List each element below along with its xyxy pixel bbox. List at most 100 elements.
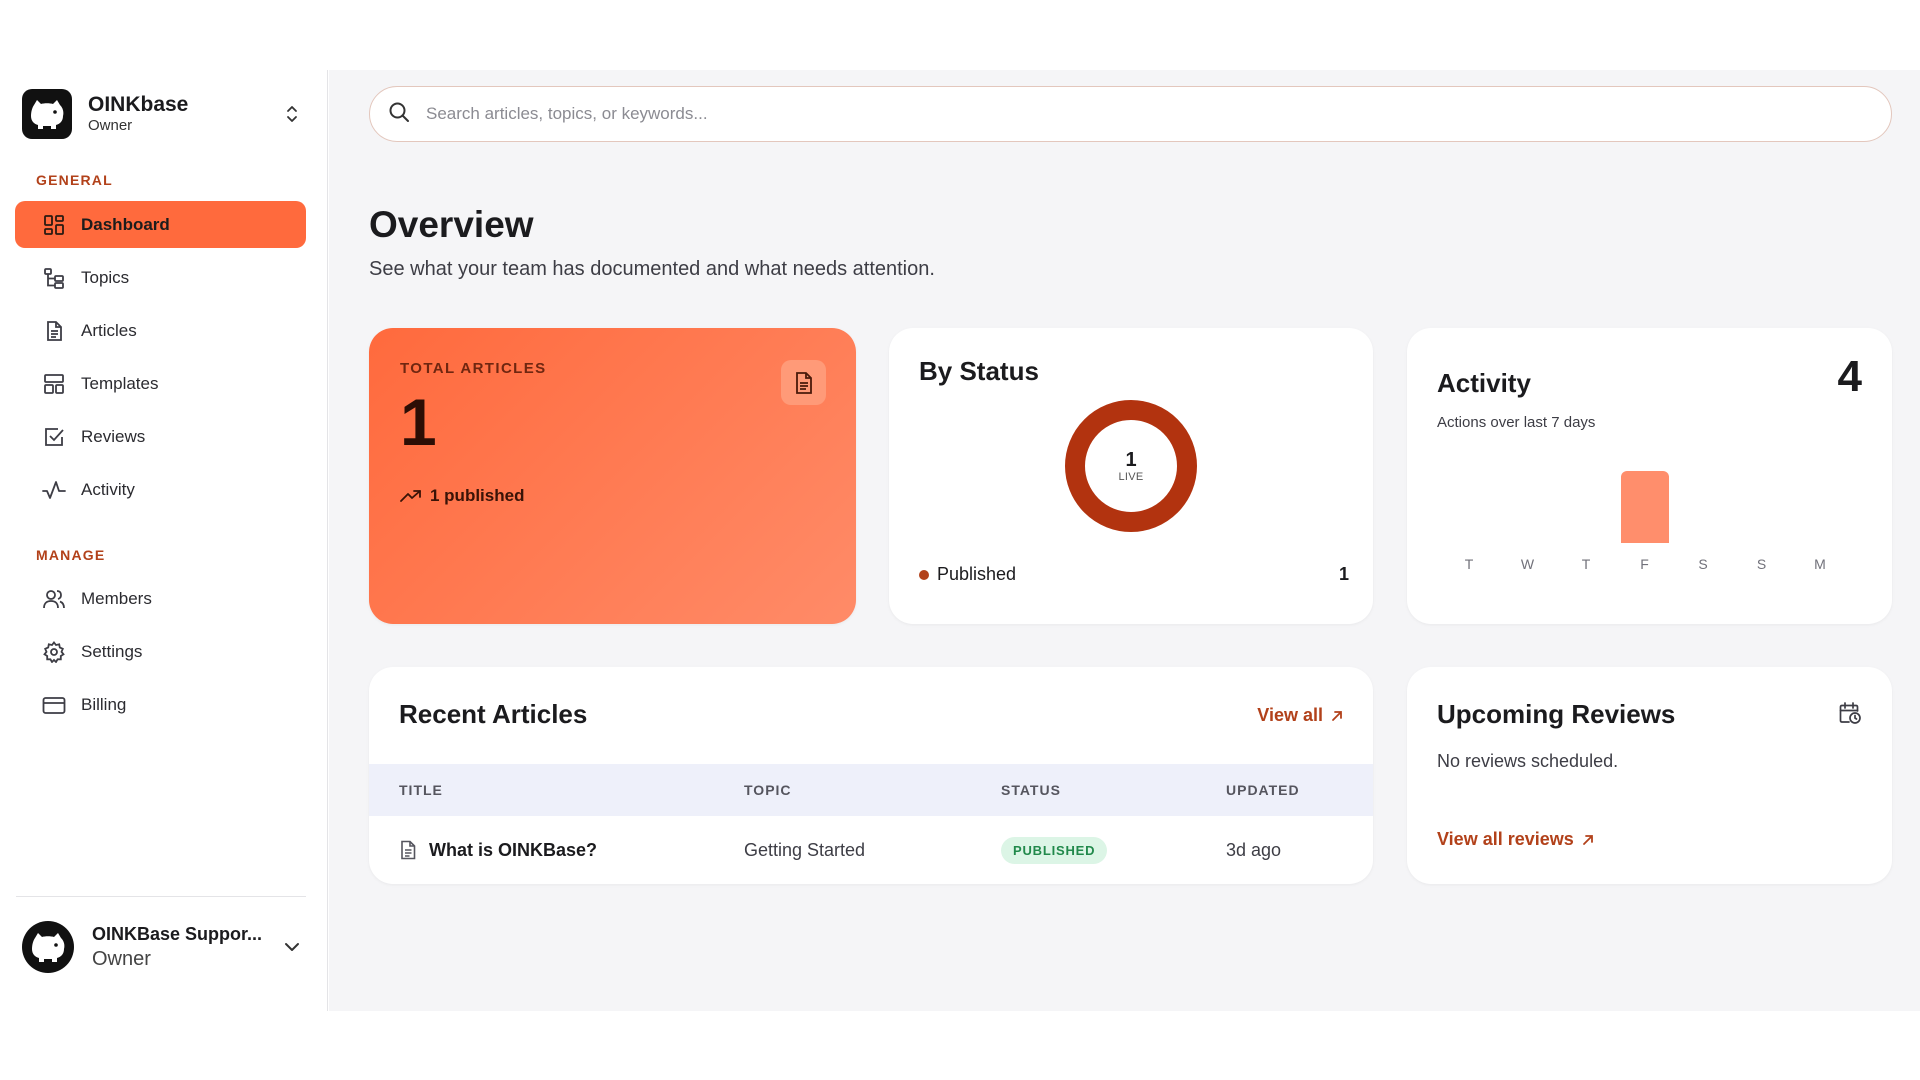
upcoming-reviews-title: Upcoming Reviews — [1437, 699, 1676, 729]
article-updated: 3d ago — [1226, 839, 1282, 860]
workspace-name: OINKbase — [88, 93, 189, 116]
status-legend-published: Published 1 — [919, 564, 1349, 585]
section-label-general: GENERAL — [36, 172, 113, 188]
user-role: Owner — [92, 948, 151, 970]
search-input[interactable] — [426, 104, 1826, 124]
sidebar-item-templates[interactable]: Templates — [15, 360, 306, 407]
published-trend-label: 1 published — [430, 486, 525, 505]
sidebar-item-billing[interactable]: Billing — [15, 681, 306, 728]
sidebar-item-activity[interactable]: Activity — [15, 466, 306, 513]
column-header-title: TITLE — [399, 782, 443, 798]
nav-manage: Members Settings Billing — [15, 575, 306, 734]
activity-day-label: T — [1464, 556, 1474, 572]
users-icon — [41, 586, 67, 612]
by-status-title: By Status — [919, 356, 1039, 386]
sidebar: OINKbase Owner GENERAL Dashboard Topics — [0, 70, 328, 1011]
sidebar-item-label: Reviews — [81, 426, 146, 446]
view-all-reviews-link[interactable]: View all reviews — [1437, 829, 1594, 850]
activity-day-label: M — [1814, 556, 1826, 572]
table-row[interactable]: What is OINKBase? Getting Started PUBLIS… — [369, 816, 1373, 884]
published-trend: 1 published — [400, 486, 524, 506]
status-badge: PUBLISHED — [1001, 836, 1108, 864]
recent-articles-title: Recent Articles — [399, 699, 588, 729]
sidebar-item-topics[interactable]: Topics — [15, 254, 306, 301]
donut-center-value: 1 — [1125, 449, 1137, 471]
column-header-topic: TOPIC — [744, 782, 792, 798]
app-window: OINKbase Owner GENERAL Dashboard Topics — [0, 70, 1920, 1011]
article-title: What is OINKBase? — [429, 839, 598, 860]
avatar — [22, 921, 74, 973]
sidebar-item-settings[interactable]: Settings — [15, 628, 306, 675]
activity-day-label: W — [1520, 556, 1535, 572]
activity-day-label: T — [1581, 556, 1591, 572]
activity-bar-column: T — [1445, 448, 1493, 572]
pulse-icon — [41, 477, 67, 503]
sidebar-item-articles[interactable]: Articles — [15, 307, 306, 354]
workspace-role: Owner — [88, 117, 133, 134]
sidebar-item-reviews[interactable]: Reviews — [15, 413, 306, 460]
no-reviews-message: No reviews scheduled. — [1437, 751, 1619, 771]
sidebar-item-label: Billing — [81, 694, 127, 714]
recent-articles-card: Recent Articles View all TITLE TOPIC STA… — [369, 667, 1373, 884]
user-name: OINKBase Suppor... — [92, 924, 263, 944]
calendar-clock-icon — [1838, 701, 1862, 725]
sidebar-item-label: Templates — [81, 373, 159, 393]
activity-total: 4 — [1837, 352, 1862, 401]
activity-day-label: S — [1756, 556, 1767, 572]
document-icon — [781, 360, 826, 405]
sidebar-item-members[interactable]: Members — [15, 575, 306, 622]
article-icon — [41, 318, 67, 344]
sidebar-item-label: Activity — [81, 479, 135, 499]
donut-center-label: LIVE — [1118, 471, 1144, 483]
article-icon — [399, 840, 417, 860]
templates-icon — [41, 371, 67, 397]
by-status-card: By Status 1 LIVE Published 1 — [889, 328, 1373, 624]
article-title-cell[interactable]: What is OINKBase? — [399, 816, 597, 884]
activity-card: Activity 4 Actions over last 7 days T W T F… — [1407, 328, 1892, 624]
sidebar-item-label: Members — [81, 588, 152, 608]
activity-bar-column: W — [1504, 448, 1552, 572]
activity-day-label: F — [1640, 556, 1649, 572]
activity-bar-column: T — [1562, 448, 1610, 572]
legend-dot — [919, 569, 929, 580]
article-topic: Getting Started — [744, 839, 866, 860]
view-all-articles-link[interactable]: View all — [1257, 705, 1343, 726]
column-header-updated: UPDATED — [1226, 782, 1300, 798]
status-donut-chart: 1 LIVE — [1063, 398, 1199, 534]
chevron-up-down-icon[interactable] — [280, 102, 304, 126]
user-menu[interactable]: OINKBase Suppor... Owner — [22, 913, 304, 981]
page-title: Overview — [369, 204, 534, 245]
activity-title: Activity — [1437, 368, 1531, 398]
activity-bar-column: F — [1620, 448, 1669, 572]
credit-card-icon — [41, 692, 67, 718]
view-all-label: View all — [1257, 705, 1323, 725]
chevron-down-icon[interactable] — [280, 935, 304, 959]
legend-label: Published — [937, 564, 1017, 584]
sidebar-item-label: Settings — [81, 641, 143, 661]
workspace-switcher[interactable]: OINKbase Owner — [22, 86, 304, 142]
gear-icon — [41, 639, 67, 665]
activity-bar-column: M — [1796, 448, 1844, 572]
arrow-up-right-icon — [1582, 834, 1594, 846]
section-label-manage: MANAGE — [36, 547, 106, 563]
main-content: Overview See what your team has document… — [329, 70, 1920, 1011]
sidebar-item-label: Dashboard — [81, 214, 170, 234]
activity-bar-column: S — [1679, 448, 1727, 572]
view-all-reviews-label: View all reviews — [1437, 829, 1574, 849]
total-articles-label: TOTAL ARTICLES — [400, 360, 547, 377]
activity-bar — [1620, 471, 1669, 543]
upcoming-reviews-card: Upcoming Reviews No reviews scheduled. V… — [1407, 667, 1892, 884]
sidebar-item-label: Topics — [81, 267, 130, 287]
sidebar-item-label: Articles — [81, 320, 137, 340]
trending-up-icon — [400, 489, 422, 503]
arrow-up-right-icon — [1331, 710, 1343, 722]
dashboard-icon — [41, 212, 67, 238]
activity-bar-column: S — [1738, 448, 1786, 572]
pig-logo-icon — [22, 89, 72, 139]
search-bar[interactable] — [369, 86, 1892, 142]
status-cell: PUBLISHED — [1001, 816, 1108, 884]
sidebar-item-dashboard[interactable]: Dashboard — [15, 201, 306, 248]
checkbox-icon — [41, 424, 67, 450]
activity-day-label: S — [1698, 556, 1708, 572]
activity-subtitle: Actions over last 7 days — [1437, 414, 1596, 431]
